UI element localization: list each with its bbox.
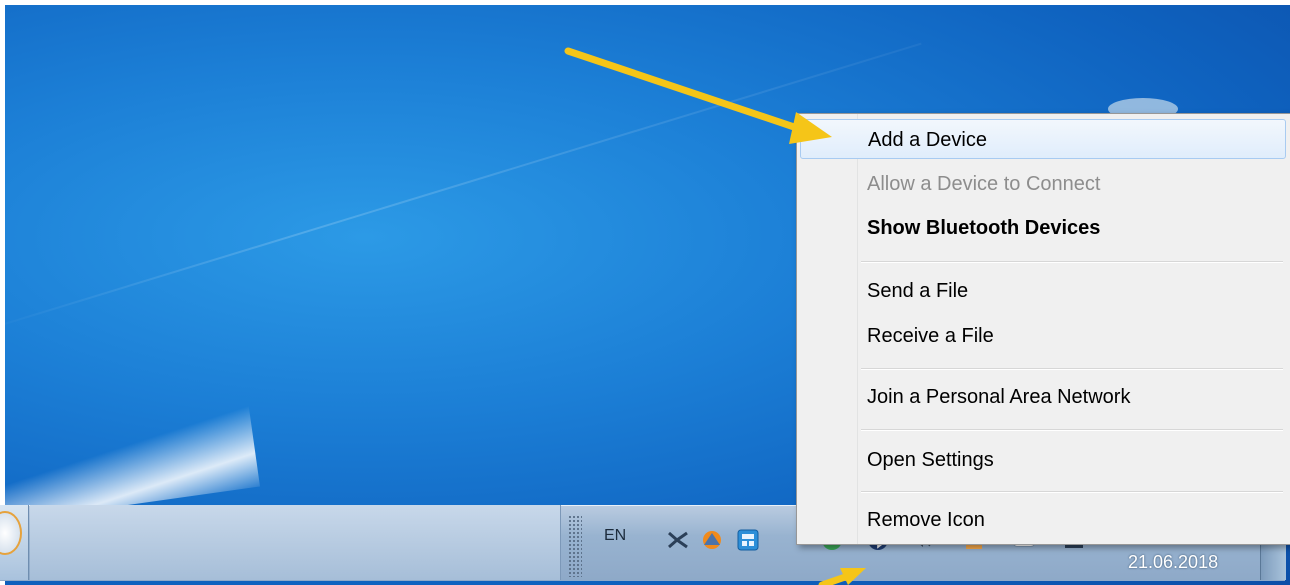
shield-app-icon[interactable] <box>700 528 724 552</box>
menu-item-label: Join a Personal Area Network <box>867 386 1131 408</box>
menu-item-label: Remove Icon <box>867 509 985 531</box>
menu-separator <box>861 368 1283 370</box>
start-button[interactable] <box>0 505 29 580</box>
start-orb-icon <box>0 511 22 555</box>
menu-item-remove-icon[interactable]: Remove Icon <box>800 500 1286 540</box>
menu-item-show-bluetooth-devices[interactable]: Show Bluetooth Devices <box>800 208 1286 248</box>
menu-item-add-device[interactable]: Add a Device <box>800 119 1286 159</box>
bluetooth-context-menu: Add a Device Allow a Device to Connect S… <box>796 113 1290 545</box>
wallpaper-glow <box>5 397 260 523</box>
taskbar-clock-date[interactable]: 21.06.2018 <box>1128 552 1218 573</box>
menu-item-label: Open Settings <box>867 449 994 471</box>
menu-separator <box>861 261 1283 263</box>
menu-separator <box>861 429 1283 431</box>
taskbar-grip-handle[interactable] <box>568 515 582 577</box>
menu-item-open-settings[interactable]: Open Settings <box>800 440 1286 480</box>
menu-item-receive-file[interactable]: Receive a File <box>800 316 1286 356</box>
language-indicator[interactable]: EN <box>604 527 626 545</box>
menu-item-label: Show Bluetooth Devices <box>867 217 1101 239</box>
menu-item-label: Send a File <box>867 280 969 302</box>
menu-item-send-file[interactable]: Send a File <box>800 271 1286 311</box>
taskbar-app-area <box>30 505 561 580</box>
menu-item-label: Allow a Device to Connect <box>867 173 1101 195</box>
menu-item-label: Receive a File <box>867 325 994 347</box>
network-app-icon[interactable] <box>666 528 690 552</box>
menu-item-label: Add a Device <box>868 129 987 151</box>
menu-item-allow-device-connect: Allow a Device to Connect <box>800 164 1286 204</box>
calculator-app-icon[interactable] <box>736 528 760 552</box>
wallpaper-streak <box>5 42 922 337</box>
menu-item-join-pan[interactable]: Join a Personal Area Network <box>800 377 1286 417</box>
menu-separator <box>861 491 1283 493</box>
